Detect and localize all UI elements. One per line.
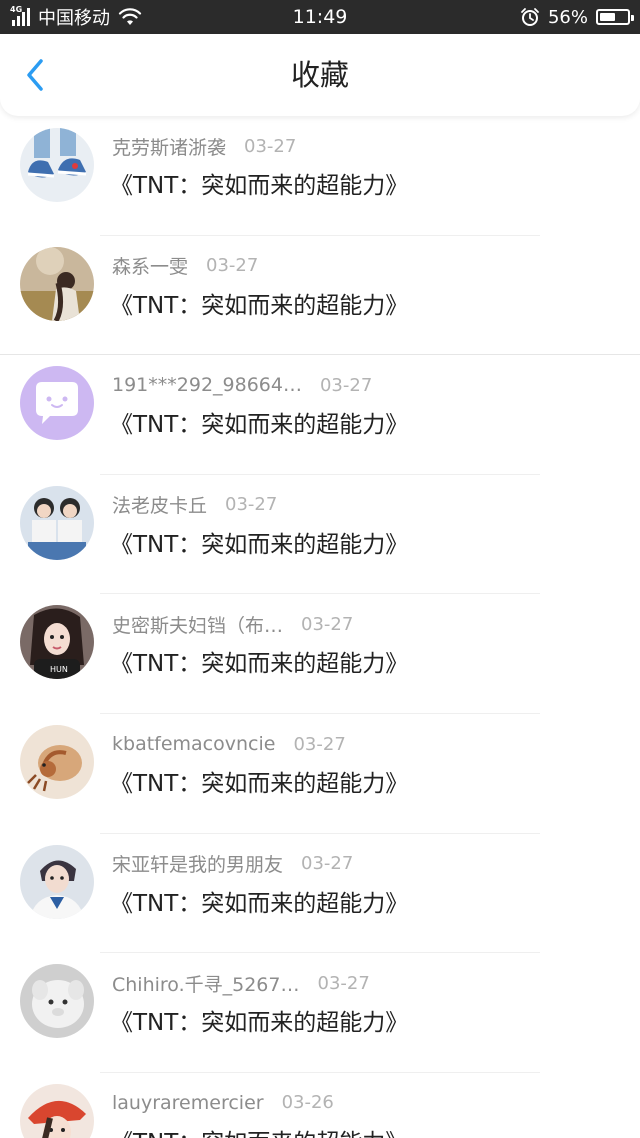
item-meta: Chihiro.千寻_5267… 03-27: [112, 969, 370, 997]
list-item[interactable]: 法老皮卡丘 03-27 《TNT：突如而来的超能力》: [0, 475, 640, 595]
item-title[interactable]: 《TNT：突如而来的超能力》: [110, 644, 408, 678]
avatar[interactable]: [20, 366, 94, 441]
item-meta: 史密斯夫妇铛（布… 03-27: [112, 610, 353, 638]
date: 03-27: [301, 613, 354, 635]
avatar-sneakers-image: [20, 128, 94, 202]
list-item[interactable]: 宋亚轩是我的男朋友 03-27 《TNT：突如而来的超能力》: [0, 834, 640, 954]
username[interactable]: lauyraremercier: [112, 1092, 264, 1114]
item-title[interactable]: 《TNT：突如而来的超能力》: [110, 405, 408, 439]
list-item[interactable]: Chihiro.千寻_5267… 03-27 《TNT：突如而来的超能力》: [0, 953, 640, 1073]
item-title[interactable]: 《TNT：突如而来的超能力》: [110, 1123, 408, 1138]
username[interactable]: 森系一雯: [112, 252, 188, 279]
date: 03-27: [206, 255, 259, 277]
avatar[interactable]: [20, 964, 94, 1039]
date: 03-27: [319, 374, 373, 396]
avatar-girl-hat-image: [20, 1083, 94, 1138]
date: 03-27: [301, 853, 354, 875]
username[interactable]: 法老皮卡丘: [112, 491, 207, 518]
item-meta: lauyraremercier 03-26: [112, 1089, 334, 1117]
list-item[interactable]: 191***292_98664… 03-27 《TNT：突如而来的超能力》: [0, 355, 640, 475]
avatar-two-boys-image: [20, 485, 94, 560]
avatar[interactable]: [20, 485, 94, 560]
avatar[interactable]: [20, 844, 94, 919]
avatar[interactable]: [20, 725, 94, 799]
item-meta: 宋亚轩是我的男朋友 03-27: [112, 850, 353, 878]
item-meta: 191***292_98664… 03-27: [112, 371, 372, 399]
item-meta: 森系一雯 03-27: [112, 252, 258, 280]
avatar[interactable]: [20, 246, 94, 321]
battery-percent: 56%: [547, 6, 588, 28]
item-meta: 克劳斯诸浙袭 03-27: [112, 132, 296, 160]
avatar-boy-uniform-image: [20, 844, 94, 919]
item-title[interactable]: 《TNT：突如而来的超能力》: [110, 525, 408, 559]
avatar[interactable]: [20, 1083, 94, 1138]
date: 03-27: [244, 135, 297, 157]
item-title[interactable]: 《TNT：突如而来的超能力》: [110, 764, 408, 798]
list-item[interactable]: 克劳斯诸浙袭 03-27 《TNT：突如而来的超能力》: [0, 116, 640, 236]
item-meta: kbatfemacovncie 03-27: [112, 730, 346, 758]
date: 03-27: [293, 733, 346, 755]
avatar-plush-image: [20, 964, 94, 1039]
date: 03-27: [225, 494, 278, 516]
avatar-default-chat-image: [20, 366, 94, 441]
status-bar: 4G 中国移动 11:49 56%: [0, 0, 640, 34]
username[interactable]: 克劳斯诸浙袭: [112, 133, 226, 160]
avatar-girl-selfie-image: HUN: [20, 605, 94, 680]
avatar-girl-field-image: [20, 246, 94, 321]
date: 03-26: [281, 1092, 334, 1114]
battery-icon: [596, 9, 634, 25]
username[interactable]: 史密斯夫妇铛（布…: [112, 611, 283, 638]
username[interactable]: 宋亚轩是我的男朋友: [112, 850, 283, 877]
nav-header: 收藏: [0, 34, 640, 116]
username[interactable]: kbatfemacovncie: [112, 733, 275, 755]
item-title[interactable]: 《TNT：突如而来的超能力》: [110, 1003, 408, 1037]
status-right: 56%: [520, 0, 634, 34]
list-item[interactable]: kbatfemacovncie 03-27 《TNT：突如而来的超能力》: [0, 714, 640, 834]
date: 03-27: [317, 972, 370, 994]
page-title: 收藏: [290, 58, 349, 92]
avatar[interactable]: [20, 128, 94, 202]
item-title[interactable]: 《TNT：突如而来的超能力》: [110, 286, 408, 320]
avatar-hermit-crab-image: [20, 725, 94, 799]
list-item[interactable]: 森系一雯 03-27 《TNT：突如而来的超能力》: [0, 236, 640, 356]
item-title[interactable]: 《TNT：突如而来的超能力》: [110, 166, 408, 200]
list-item[interactable]: lauyraremercier 03-26 《TNT：突如而来的超能力》: [0, 1073, 640, 1138]
username[interactable]: Chihiro.千寻_5267…: [112, 970, 300, 997]
list-item[interactable]: HUN 史密斯夫妇铛（布… 03-27 《TNT：突如而来的超能力》: [0, 594, 640, 714]
item-title[interactable]: 《TNT：突如而来的超能力》: [110, 884, 408, 918]
alarm-icon: [521, 8, 539, 26]
avatar[interactable]: HUN: [20, 605, 94, 680]
svg-text:HUN: HUN: [50, 665, 68, 674]
username[interactable]: 191***292_98664…: [112, 374, 302, 396]
item-meta: 法老皮卡丘 03-27: [112, 491, 277, 519]
